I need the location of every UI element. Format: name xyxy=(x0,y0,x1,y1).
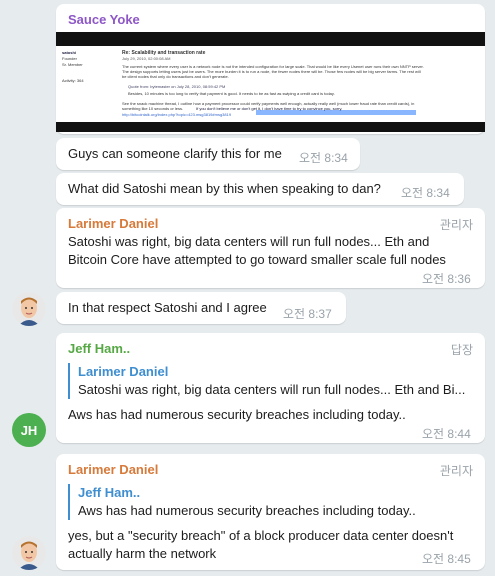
message-text: In that respect Satoshi and I agree xyxy=(68,300,267,315)
message-bubble[interactable]: Jeff Ham.. 답장 Larimer Daniel Satoshi was… xyxy=(56,333,485,443)
forum-user-panel: satoshi Founder Sr. Member Activity: 364 xyxy=(62,50,112,84)
reply-quote[interactable]: Jeff Ham.. Aws has had numerous security… xyxy=(68,484,473,520)
forum-member: Sr. Member xyxy=(62,62,83,67)
attached-image[interactable]: satoshi Founder Sr. Member Activity: 364… xyxy=(56,32,485,132)
message-text: What did Satoshi mean by this when speak… xyxy=(68,181,381,196)
forum-link[interactable]: http://bitcointalk.org/index.php?topic=4… xyxy=(122,112,231,117)
sender-name[interactable]: Sauce Yoke xyxy=(68,12,140,27)
message-time: 오전 8:37 xyxy=(283,307,332,321)
sender-name[interactable]: Jeff Ham.. xyxy=(68,341,130,356)
message-text-line: actually harm the network xyxy=(68,546,217,561)
quote-text: Aws has had numerous security breaches i… xyxy=(78,503,416,518)
message-text-line: Bitcoin Core have attempted to go toward… xyxy=(68,252,446,267)
avatar-larimer[interactable] xyxy=(12,292,46,326)
message-text: Aws has had numerous security breaches i… xyxy=(68,407,406,422)
quote-text: Satoshi was right, big data centers will… xyxy=(78,382,466,397)
forum-quote-header: Quote from: bytemaster on July 28, 2010,… xyxy=(128,84,226,89)
forum-body-5: something like 10 seconds or less. xyxy=(122,106,184,111)
quote-sender: Larimer Daniel xyxy=(78,364,169,379)
avatar-jeff[interactable]: JH xyxy=(12,413,46,447)
message-bubble[interactable]: In that respect Satoshi and I agree 오전 8… xyxy=(56,292,346,324)
forum-activity: Activity: 364 xyxy=(62,78,84,83)
message-text: Guys can someone clarify this for me xyxy=(68,146,282,161)
avatar-larimer[interactable] xyxy=(12,536,46,570)
forum-post-date: July 29, 2010, 02:00:08 AM xyxy=(122,56,171,61)
message-time: 오전 8:34 xyxy=(299,151,348,165)
forum-body-3: be client nodes that only do transaction… xyxy=(122,74,229,79)
image-header-bar xyxy=(56,34,485,46)
forum-highlight-text: If you don't believe me or don't get it,… xyxy=(196,106,343,111)
message-time: 오전 8:45 xyxy=(422,552,471,566)
message-time: 오전 8:34 xyxy=(401,186,450,200)
message-time: 오전 8:44 xyxy=(422,427,471,441)
reply-quote[interactable]: Larimer Daniel Satoshi was right, big da… xyxy=(68,363,473,399)
reply-badge: 답장 xyxy=(450,343,473,357)
admin-badge: 관리자 xyxy=(439,218,473,232)
quote-sender: Jeff Ham.. xyxy=(78,485,141,500)
message-bubble[interactable]: Larimer Daniel 관리자 Satoshi was right, bi… xyxy=(56,208,485,288)
forum-quote-body: Besides, 10 minutes is too long to verif… xyxy=(128,91,335,96)
message-text-line: yes, but a "security breach" of a block … xyxy=(68,528,454,543)
message-text-line: Satoshi was right, big data centers will… xyxy=(68,234,430,249)
message-bubble[interactable]: What did Satoshi mean by this when speak… xyxy=(56,173,464,205)
cartoon-man-avatar-icon xyxy=(12,536,46,570)
message-bubble[interactable]: Larimer Daniel 관리자 Jeff Ham.. Aws has ha… xyxy=(56,454,485,570)
message-time: 오전 8:36 xyxy=(422,272,471,286)
message-bubble[interactable]: Guys can someone clarify this for me 오전 … xyxy=(56,138,360,170)
sender-name[interactable]: Larimer Daniel xyxy=(68,462,158,477)
cartoon-man-avatar-icon xyxy=(12,292,46,326)
avatar-initials: JH xyxy=(20,422,38,438)
admin-badge: 관리자 xyxy=(439,464,473,478)
chat-view: Sauce Yoke satoshi Founder Sr. Member Ac… xyxy=(0,0,495,576)
sender-name[interactable]: Larimer Daniel xyxy=(68,216,158,231)
